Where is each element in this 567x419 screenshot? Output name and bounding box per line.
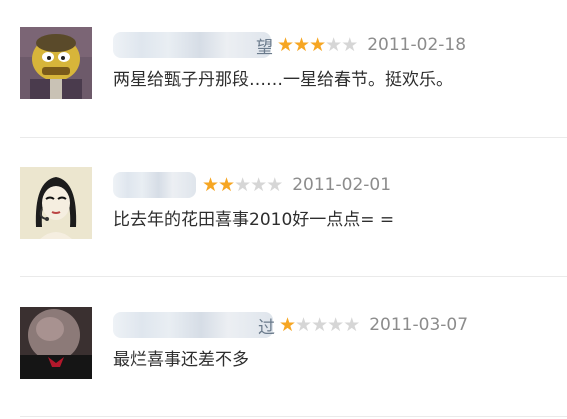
rating-stars: ★ ★ ★ ★ ★ <box>277 33 359 56</box>
comment-date: 2011-02-18 <box>367 35 467 55</box>
rating-stars: ★ ★ ★ ★ ★ <box>279 313 361 336</box>
username-link[interactable]: 望 <box>113 32 273 58</box>
star-empty-icon: ★ <box>343 313 361 336</box>
bald-cartoon-man-avatar[interactable] <box>20 27 92 99</box>
star-empty-icon: ★ <box>266 173 284 196</box>
star-filled-icon: ★ <box>279 313 297 336</box>
cartoon-girl-headset-avatar[interactable] <box>20 167 92 239</box>
comment-item: ★ ★ ★ ★ ★ 2011-02-01 比去年的花田喜事2010好一点点= = <box>0 167 567 267</box>
comment-meta: ★ ★ ★ ★ ★ 2011-02-01 <box>113 170 391 200</box>
rating-stars: ★ ★ ★ ★ ★ <box>202 173 284 196</box>
comment-meta: 望 ★ ★ ★ ★ ★ 2011-02-18 <box>113 30 466 60</box>
star-empty-icon: ★ <box>234 173 252 196</box>
divider <box>20 137 567 138</box>
star-empty-icon: ★ <box>311 313 329 336</box>
comment-text: 比去年的花田喜事2010好一点点= = <box>113 210 395 230</box>
comment-date: 2011-02-01 <box>292 175 392 195</box>
star-empty-icon: ★ <box>325 33 343 56</box>
comment-text: 两星给甄子丹那段……一星给春节。挺欢乐。 <box>113 70 453 90</box>
star-filled-icon: ★ <box>277 33 295 56</box>
comment-meta: 过 ★ ★ ★ ★ ★ 2011-03-07 <box>113 310 468 340</box>
star-empty-icon: ★ <box>327 313 345 336</box>
username-suffix: 望 <box>256 38 273 58</box>
star-empty-icon: ★ <box>341 33 359 56</box>
divider <box>20 276 567 277</box>
star-empty-icon: ★ <box>295 313 313 336</box>
comment-date: 2011-03-07 <box>369 315 469 335</box>
username-suffix: 过 <box>258 318 275 338</box>
blurred-photo-avatar[interactable] <box>20 307 92 379</box>
star-filled-icon: ★ <box>293 33 311 56</box>
comment-text: 最烂喜事还差不多 <box>113 350 249 370</box>
star-filled-icon: ★ <box>309 33 327 56</box>
star-empty-icon: ★ <box>250 173 268 196</box>
comment-item: 过 ★ ★ ★ ★ ★ 2011-03-07 最烂喜事还差不多 <box>0 307 567 407</box>
divider <box>20 416 567 417</box>
username-link[interactable]: 过 <box>113 312 275 338</box>
star-filled-icon: ★ <box>218 173 236 196</box>
username-link[interactable] <box>113 172 196 198</box>
star-filled-icon: ★ <box>202 173 220 196</box>
comment-item: 望 ★ ★ ★ ★ ★ 2011-02-18 两星给甄子丹那段……一星给春节。挺… <box>0 27 567 127</box>
